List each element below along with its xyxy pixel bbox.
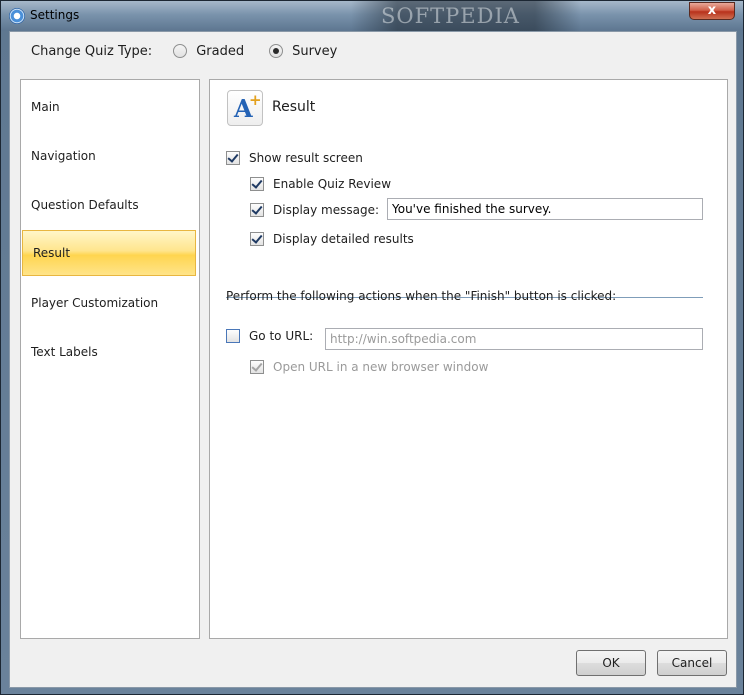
graded-radio[interactable] <box>173 44 188 58</box>
sidebar-item-text-labels[interactable]: Text Labels <box>21 329 199 375</box>
url-input[interactable]: http://win.softpedia.com <box>325 328 703 350</box>
go-to-url-label[interactable]: Go to URL: <box>249 329 313 343</box>
settings-window: SOFTPEDIA Settings x Change Quiz Type: G… <box>0 0 744 695</box>
display-message-input[interactable]: You've finished the survey. <box>387 198 703 220</box>
close-button[interactable]: x <box>689 2 735 20</box>
show-result-screen-label[interactable]: Show result screen <box>249 151 363 165</box>
sidebar-item-navigation[interactable]: Navigation <box>21 133 199 179</box>
survey-label[interactable]: Survey <box>292 44 337 59</box>
display-detailed-results-label[interactable]: Display detailed results <box>273 232 414 246</box>
go-to-url-checkbox[interactable] <box>226 329 240 343</box>
banner-watermark: SOFTPEDIA <box>381 4 520 28</box>
survey-radio[interactable] <box>269 44 284 58</box>
sidebar-item-question-defaults[interactable]: Question Defaults <box>21 182 199 228</box>
display-message-label[interactable]: Display message: <box>273 203 379 217</box>
sidebar-item-main[interactable]: Main <box>21 84 199 130</box>
finish-actions-caption: Perform the following actions when the "… <box>226 289 617 303</box>
quiz-type-label: Change Quiz Type: <box>31 43 153 59</box>
enable-quiz-review-label[interactable]: Enable Quiz Review <box>273 177 391 191</box>
result-a-plus-icon: A + <box>227 90 263 126</box>
enable-quiz-review-checkbox[interactable] <box>250 177 264 191</box>
quiz-type-row: Change Quiz Type: Graded Survey <box>31 42 337 60</box>
open-new-window-label[interactable]: Open URL in a new browser window <box>273 360 488 374</box>
dialog-body: Change Quiz Type: Graded Survey Main Nav… <box>9 31 737 688</box>
display-message-checkbox[interactable] <box>250 203 264 217</box>
show-result-screen-checkbox[interactable] <box>226 151 240 165</box>
close-icon: x <box>707 3 717 18</box>
result-settings-panel: A + Result Show result screen Enable Quiz… <box>209 79 728 639</box>
ok-button[interactable]: OK <box>576 650 646 676</box>
sidebar-item-player-customization[interactable]: Player Customization <box>21 280 199 326</box>
title-bar[interactable]: SOFTPEDIA Settings x <box>1 1 743 31</box>
display-detailed-results-checkbox[interactable] <box>250 232 264 246</box>
window-title: Settings <box>30 8 80 22</box>
cancel-button[interactable]: Cancel <box>657 650 727 676</box>
settings-sidebar: Main Navigation Question Defaults Result… <box>20 79 200 639</box>
graded-label[interactable]: Graded <box>196 44 244 59</box>
settings-app-icon <box>9 8 25 24</box>
sidebar-item-result[interactable]: Result <box>22 230 196 276</box>
open-new-window-checkbox[interactable] <box>250 360 264 374</box>
section-title: Result <box>272 99 316 115</box>
